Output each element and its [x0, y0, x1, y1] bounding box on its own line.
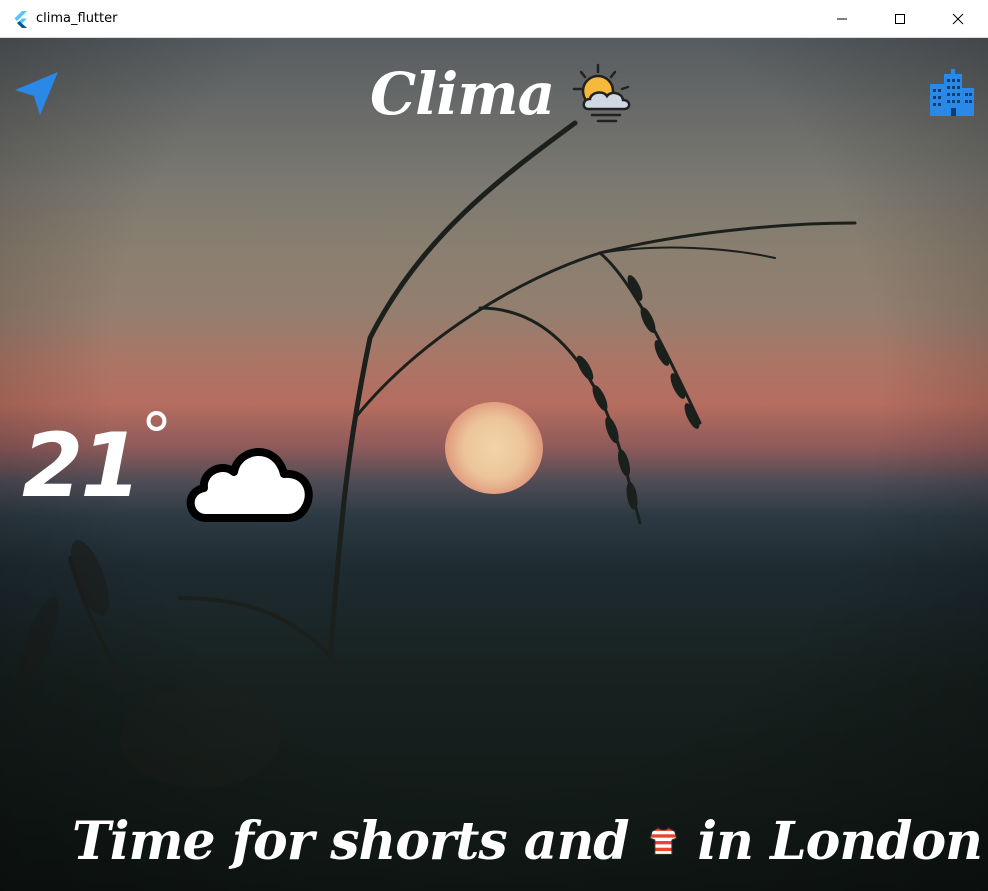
maximize-icon [895, 14, 905, 24]
app-content: Clima 21 ° Time for shorts and in London [0, 38, 988, 891]
close-button[interactable] [928, 0, 988, 38]
city-buildings-icon [930, 69, 974, 116]
current-location-button[interactable] [8, 66, 64, 122]
close-icon [952, 13, 964, 25]
sun-behind-cloud-icon [572, 63, 631, 123]
window-title: clima_flutter [36, 11, 118, 26]
cloud-icon [187, 448, 314, 522]
temperature-value: 21 [22, 414, 141, 517]
temperature-row: 21 ° [22, 406, 316, 526]
maximize-button[interactable] [870, 0, 930, 38]
degree-symbol: ° [140, 401, 173, 475]
minimize-button[interactable] [812, 0, 872, 38]
app-title: Clima [370, 60, 555, 128]
message-prefix: Time for shorts and [72, 810, 630, 872]
flutter-logo-icon [14, 11, 27, 28]
app-heading: Clima [370, 54, 640, 134]
minimize-icon [837, 18, 847, 20]
window-titlebar: clima_flutter [0, 0, 988, 38]
city-search-button[interactable] [924, 66, 980, 122]
message-suffix: in London [697, 810, 983, 872]
navigation-arrow-icon [15, 72, 58, 115]
striped-shirt-icon [649, 826, 678, 856]
weather-message: Time for shorts and in London [72, 796, 983, 886]
